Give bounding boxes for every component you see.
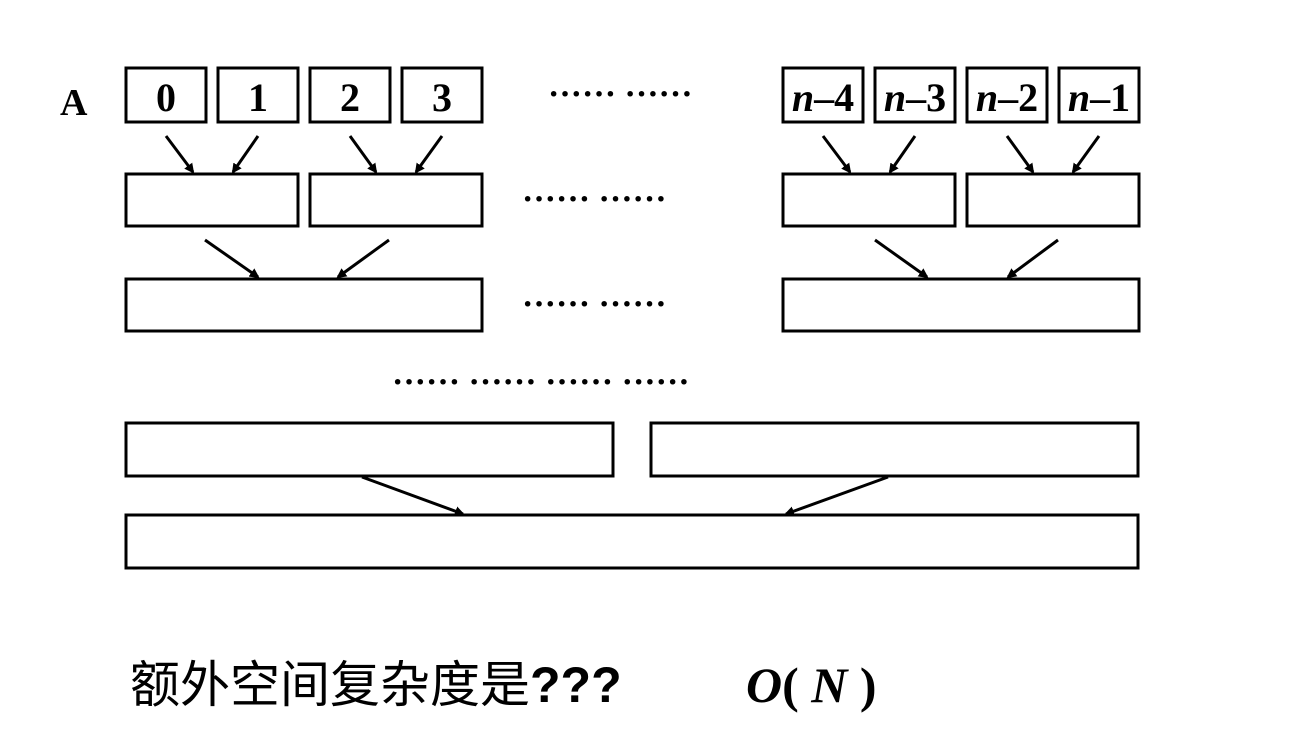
- array-cell-label: n–4: [792, 75, 854, 120]
- merge-arrow: [784, 475, 889, 516]
- array-cell-label: n–2: [976, 75, 1038, 120]
- merge-arrow: [874, 238, 929, 279]
- array-cell-label: 0: [156, 75, 176, 120]
- array-cell-label: 3: [432, 75, 452, 120]
- merge-level-final-halves: [124, 421, 1140, 478]
- merge-arrow: [1005, 135, 1035, 174]
- array-cell-label: n–3: [884, 75, 946, 120]
- merged-block: [124, 421, 615, 478]
- arrows-level-2: [204, 238, 1059, 279]
- question-text: 额外空间复杂度是: [130, 656, 530, 714]
- ellipsis-row-2: ······ ······: [522, 181, 667, 218]
- merge-arrow: [348, 135, 378, 174]
- space-complexity-answer: O( N ): [746, 655, 877, 715]
- merge-arrow: [204, 238, 260, 279]
- merged-block: [781, 172, 957, 228]
- array-cell-label: 2: [340, 75, 360, 120]
- array-cell-label: 1: [248, 75, 268, 120]
- open-paren: (: [782, 657, 812, 713]
- arrows-level-1: [164, 135, 1101, 174]
- merge-arrow: [1071, 135, 1101, 174]
- merged-block: [649, 421, 1140, 478]
- sorted-array-block: [124, 513, 1140, 570]
- array-label: A: [60, 82, 88, 124]
- answer-variable: N: [811, 657, 848, 713]
- ellipsis-row-1: ······ ······: [548, 76, 693, 113]
- merge-arrow: [1006, 238, 1059, 279]
- merged-block: [308, 172, 484, 228]
- merged-block: [965, 172, 1141, 228]
- ellipsis-row-3: ······ ······: [522, 286, 667, 323]
- merge-arrow: [888, 135, 917, 174]
- merge-arrow: [414, 135, 444, 174]
- merged-block: [124, 172, 300, 228]
- merge-arrow: [164, 135, 195, 174]
- arrows-final: [361, 475, 889, 516]
- close-paren: ): [847, 657, 877, 713]
- merge-arrow: [361, 475, 465, 516]
- array-cell-label: n–1: [1068, 75, 1130, 120]
- ellipsis-levels: ······ ······ ······ ······: [392, 364, 690, 401]
- space-complexity-question: 额外空间复杂度是???: [130, 655, 622, 715]
- merge-arrow: [821, 135, 852, 174]
- merge-sort-diagram: A 0 1 2 3 ······ ······ n–4 n–3 n–2 n–1: [60, 66, 1141, 570]
- merged-block: [124, 277, 484, 333]
- merge-arrow: [336, 238, 390, 279]
- merge-arrow: [231, 135, 260, 174]
- question-marks: ???: [530, 657, 622, 713]
- merged-block: [781, 277, 1141, 333]
- array-cells-right: n–4 n–3 n–2 n–1: [781, 66, 1141, 124]
- big-o-symbol: O: [746, 657, 783, 713]
- array-cells-left: 0 1 2 3: [124, 66, 484, 124]
